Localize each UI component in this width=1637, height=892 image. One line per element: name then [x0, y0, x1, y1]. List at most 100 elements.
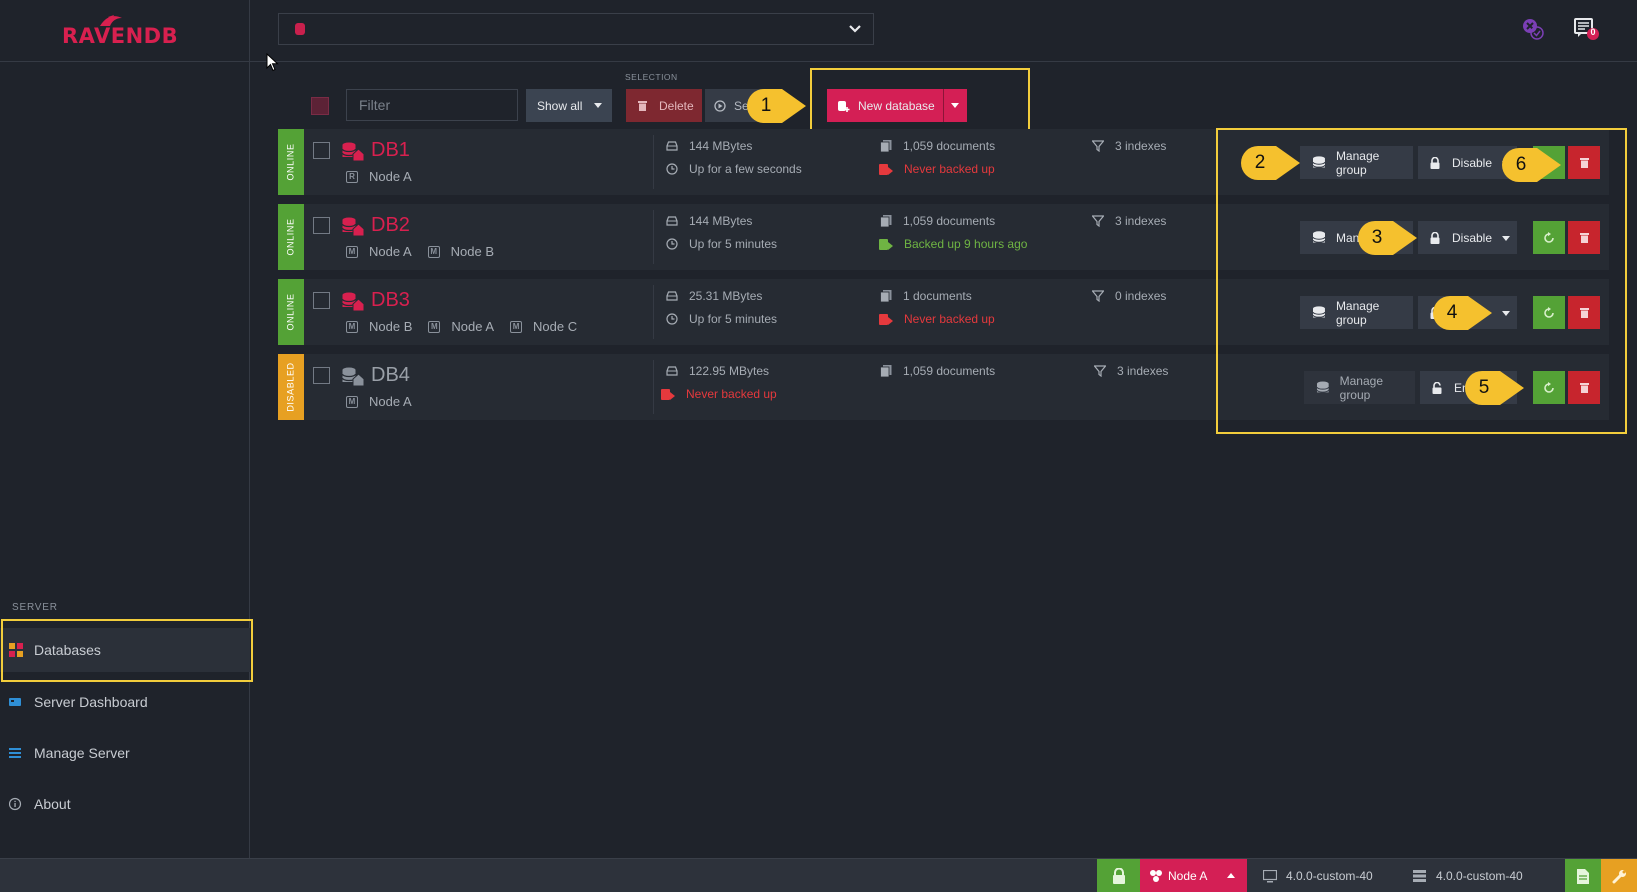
server-stack-icon — [1413, 870, 1426, 882]
select-all-checkbox[interactable] — [311, 97, 329, 115]
documents-icon — [880, 215, 892, 227]
delete-database-button[interactable] — [1568, 371, 1600, 404]
sidebar-item-manage-server[interactable]: Manage Server — [0, 731, 250, 775]
unlock-icon — [1432, 381, 1442, 394]
trash-icon — [1579, 308, 1589, 318]
database-uptime: Up for a few seconds — [666, 162, 802, 176]
column-divider — [653, 135, 654, 189]
delete-database-button[interactable] — [1568, 296, 1600, 329]
database-name-link[interactable]: DB4 — [371, 364, 410, 387]
lock-icon — [1112, 868, 1125, 884]
size-value: 144 MBytes — [689, 139, 753, 153]
row-checkbox[interactable] — [313, 367, 330, 384]
sidebar-item-label: Server Dashboard — [34, 694, 148, 710]
database-row[interactable]: ONLINE DB3 M Node B M Node A M Node C 25… — [278, 279, 1609, 345]
node-tag: M Node A — [346, 394, 412, 409]
notifications-button[interactable]: 0 — [1574, 16, 1600, 42]
databases-grid-icon — [9, 643, 23, 657]
row-checkbox[interactable] — [313, 217, 330, 234]
status-badge: ONLINE — [278, 279, 304, 345]
ravendb-logo[interactable]: RAVENDB — [62, 15, 190, 48]
delete-database-button[interactable] — [1568, 146, 1600, 179]
documents-value: 1,059 documents — [903, 364, 996, 378]
manage-group-icon — [1312, 156, 1326, 168]
chevron-down-icon — [849, 25, 861, 33]
debug-tools-button[interactable] — [1601, 859, 1637, 892]
database-row[interactable]: DISABLED DB4 M Node A 122.95 MBytes Neve… — [278, 354, 1609, 420]
manage-group-button[interactable]: Manage group — [1300, 146, 1413, 179]
callout-number: 2 — [1254, 152, 1266, 173]
status-label: ONLINE — [286, 293, 297, 331]
database-name-link[interactable]: DB2 — [371, 214, 410, 237]
document-count: 1,059 documents — [880, 214, 995, 228]
filter-input[interactable]: Filter — [346, 89, 518, 121]
backup-value: Never backed up — [904, 312, 995, 326]
disable-database-button[interactable]: Disable — [1418, 221, 1494, 254]
caret-up-icon — [1227, 873, 1235, 878]
compact-database-button[interactable] — [1533, 296, 1565, 329]
node-type-badge: M — [346, 245, 358, 258]
clock-icon — [666, 238, 678, 250]
sidebar-item-server-dashboard[interactable]: Server Dashboard — [0, 680, 250, 724]
trash-icon — [1579, 233, 1589, 243]
show-all-dropdown[interactable]: Show all — [526, 89, 612, 122]
indexes-value: 3 indexes — [1117, 364, 1169, 378]
compact-database-button[interactable] — [1533, 221, 1565, 254]
state-dropdown[interactable] — [1494, 296, 1517, 329]
manage-group-button[interactable]: Manage group — [1300, 296, 1413, 329]
backup-icon — [879, 314, 893, 325]
storage-icon — [666, 141, 678, 151]
delete-database-button[interactable] — [1568, 221, 1600, 254]
notification-count-badge: 0 — [1590, 27, 1596, 37]
server-version[interactable]: 4.0.0-custom-40 — [1263, 859, 1373, 892]
indexes-value: 0 indexes — [1115, 289, 1167, 303]
sidebar-item-databases[interactable]: Databases — [0, 628, 250, 672]
node-type-badge: R — [346, 170, 358, 183]
document-count: 1 documents — [880, 289, 972, 303]
sidebar-divider — [0, 61, 250, 62]
database-name-link[interactable]: DB3 — [371, 289, 410, 312]
sidebar-item-about[interactable]: About — [0, 782, 250, 826]
feedback-button[interactable] — [1565, 859, 1601, 892]
node-list: M Node A M Node B — [346, 244, 510, 259]
lock-icon — [1430, 156, 1440, 169]
manage-group-button[interactable]: Manage group — [1304, 371, 1415, 404]
database-row[interactable]: ONLINE DB1 R Node A 144 MBytes Up for a … — [278, 129, 1609, 195]
row-checkbox[interactable] — [313, 292, 330, 309]
storage-icon — [666, 291, 678, 301]
clock-icon — [666, 163, 678, 175]
node-tag: M Node B — [427, 244, 494, 259]
database-uptime: Up for 5 minutes — [666, 237, 777, 251]
security-status-button[interactable] — [1097, 859, 1140, 892]
manage-group-label: Manage group — [1339, 373, 1384, 402]
sidebar-item-label: Manage Server — [34, 745, 130, 761]
play-circle-icon — [714, 99, 726, 112]
manage-group-label: Manage group — [1335, 148, 1380, 177]
manage-group-label: Manage group — [1335, 298, 1380, 327]
cluster-status-icon[interactable] — [1520, 16, 1546, 42]
database-house-icon — [342, 142, 364, 162]
state-dropdown[interactable] — [1494, 221, 1517, 254]
document-icon — [1577, 868, 1589, 884]
node-label: Node B — [369, 319, 413, 334]
wrench-icon — [1612, 869, 1626, 883]
node-label: Node A — [369, 394, 412, 409]
new-database-button[interactable]: New database — [827, 89, 943, 122]
node-type-badge: M — [428, 320, 441, 333]
refresh-icon — [1544, 306, 1554, 318]
database-house-icon — [342, 292, 364, 312]
caret-down-icon — [594, 103, 602, 108]
manage-group-icon — [1312, 231, 1326, 243]
delete-selected-button[interactable]: Delete — [626, 89, 702, 122]
compact-database-button[interactable] — [1533, 371, 1565, 404]
node-selector-button[interactable]: Node A — [1140, 859, 1247, 892]
trash-icon — [1579, 383, 1589, 393]
manage-server-icon — [9, 748, 21, 758]
row-checkbox[interactable] — [313, 142, 330, 159]
database-name-link[interactable]: DB1 — [371, 139, 410, 162]
disable-database-button[interactable]: Disable — [1418, 146, 1494, 179]
database-selector[interactable] — [278, 13, 874, 45]
studio-version[interactable]: 4.0.0-custom-40 — [1413, 859, 1523, 892]
node-tag: M Node A — [428, 319, 494, 334]
new-database-dropdown[interactable] — [943, 89, 967, 122]
